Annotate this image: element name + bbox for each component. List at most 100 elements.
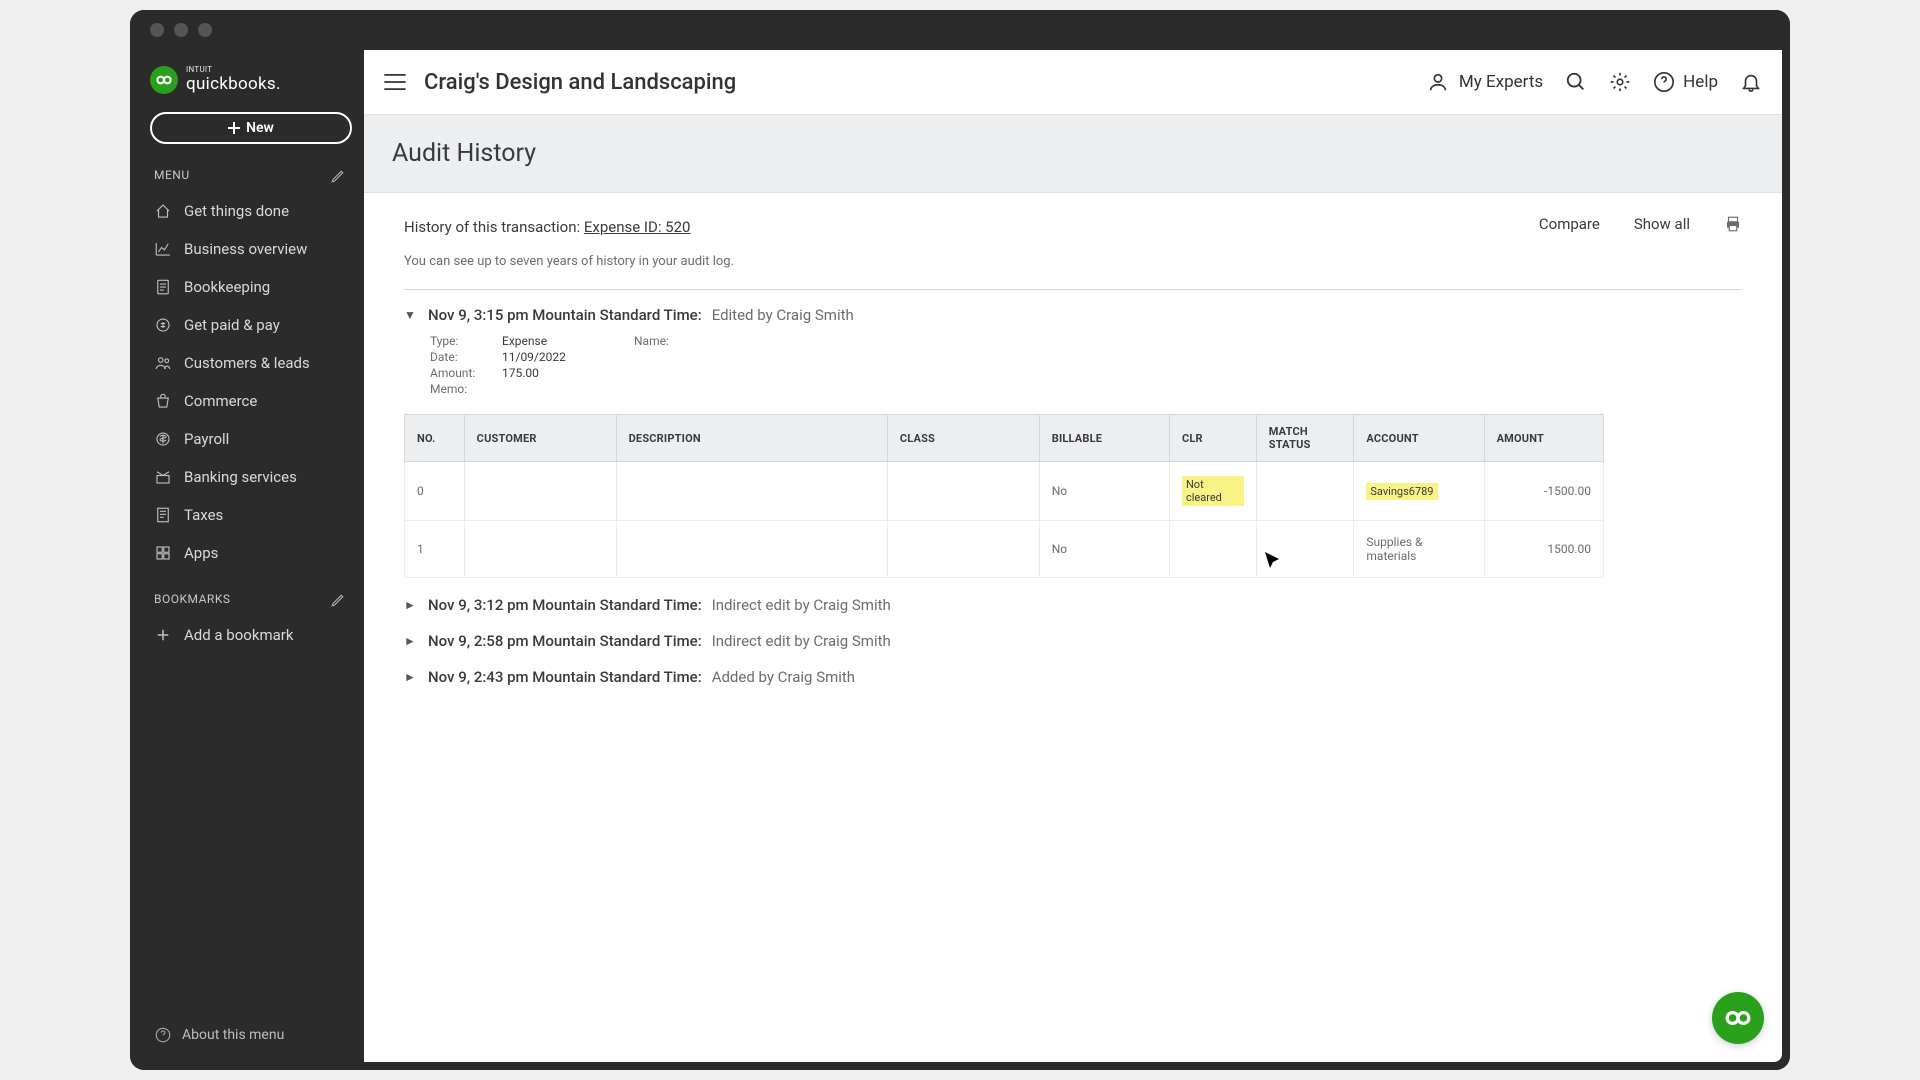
th-amount: AMOUNT	[1484, 415, 1603, 462]
qb-assistant-fab[interactable]	[1712, 992, 1764, 1044]
entry-meta: Type: Expense Name: Date: 11/09/2022 Amo…	[430, 334, 1742, 396]
cell-description	[616, 462, 887, 521]
brand: INTUIT quickbooks.	[144, 58, 358, 108]
meta-type-val: Expense	[502, 334, 622, 348]
sidebar-item-get-paid-pay[interactable]: Get paid & pay	[144, 306, 358, 344]
brand-logo-icon	[150, 66, 178, 94]
help-circle-icon	[154, 1026, 172, 1044]
pencil-icon[interactable]	[330, 166, 348, 184]
history-id-link[interactable]: Expense ID: 520	[584, 218, 691, 236]
my-experts-label: My Experts	[1459, 72, 1543, 92]
audit-entry-expanded: ▼ Nov 9, 3:15 pm Mountain Standard Time:…	[404, 306, 1742, 578]
chevron-right-icon: ►	[404, 598, 418, 612]
sidebar-item-banking-services[interactable]: Banking services	[144, 458, 358, 496]
gear-icon[interactable]	[1609, 71, 1631, 93]
entry-timestamp: Nov 9, 3:15 pm Mountain Standard Time:	[428, 306, 702, 324]
new-button-label: New	[246, 120, 274, 136]
sidebar-item-commerce[interactable]: Commerce	[144, 382, 358, 420]
chevron-right-icon: ►	[404, 670, 418, 684]
hamburger-icon[interactable]	[384, 74, 406, 90]
table-row: 1 No Supplies & materials1500.00	[405, 521, 1604, 578]
sidebar-item-get-things-done[interactable]: Get things done	[144, 192, 358, 230]
cell-account: Supplies & materials	[1354, 521, 1484, 578]
sidebar-item-label: Commerce	[184, 392, 257, 410]
plus-icon	[228, 122, 240, 134]
sidebar-item-taxes[interactable]: Taxes	[144, 496, 358, 534]
cell-match-status	[1256, 521, 1354, 578]
menu-item-icon	[154, 240, 172, 258]
compare-link[interactable]: Compare	[1539, 215, 1600, 233]
meta-memo-label: Memo:	[430, 382, 490, 396]
entry-timestamp: Nov 9, 3:12 pm Mountain Standard Time:	[428, 596, 702, 614]
menu-item-icon	[154, 544, 172, 562]
sidebar-item-apps[interactable]: Apps	[144, 534, 358, 572]
th-match-status: MATCH STATUS	[1256, 415, 1354, 462]
cell-no: 1	[405, 521, 465, 578]
sidebar-item-bookkeeping[interactable]: Bookkeeping	[144, 268, 358, 306]
maximize-dot[interactable]	[198, 23, 212, 37]
show-all-link[interactable]: Show all	[1634, 215, 1690, 233]
cell-clr	[1169, 521, 1256, 578]
cell-account: Savings6789	[1354, 462, 1484, 521]
add-bookmark-item[interactable]: Add a bookmark	[144, 616, 358, 654]
minimize-dot[interactable]	[174, 23, 188, 37]
sidebar-item-business-overview[interactable]: Business overview	[144, 230, 358, 268]
plus-icon	[154, 626, 172, 644]
app-body: INTUIT quickbooks. New MENU Get things d…	[130, 50, 1790, 1070]
audit-entry-collapsed[interactable]: ►Nov 9, 3:12 pm Mountain Standard Time: …	[404, 596, 1742, 614]
audit-entry-collapsed[interactable]: ►Nov 9, 2:43 pm Mountain Standard Time: …	[404, 668, 1742, 686]
print-icon[interactable]	[1724, 215, 1742, 233]
sidebar: INTUIT quickbooks. New MENU Get things d…	[138, 50, 364, 1062]
cell-amount: 1500.00	[1484, 521, 1603, 578]
bookmarks-heading-label: BOOKMARKS	[154, 592, 230, 606]
menu-item-icon	[154, 316, 172, 334]
meta-date-label: Date:	[430, 350, 490, 364]
sidebar-item-label: Payroll	[184, 430, 229, 448]
meta-date-val: 11/09/2022	[502, 350, 622, 364]
person-icon	[1427, 71, 1449, 93]
help-link[interactable]: Help	[1653, 71, 1718, 93]
sidebar-item-label: Customers & leads	[184, 354, 310, 372]
history-prefix: History of this transaction:	[404, 218, 584, 236]
brand-intuit: INTUIT	[186, 66, 281, 74]
sidebar-item-label: Apps	[184, 544, 218, 562]
menu-item-icon	[154, 392, 172, 410]
entry-action: Added by Craig Smith	[712, 668, 855, 686]
close-dot[interactable]	[150, 23, 164, 37]
audit-entry-collapsed[interactable]: ►Nov 9, 2:58 pm Mountain Standard Time: …	[404, 632, 1742, 650]
th-account: ACCOUNT	[1354, 415, 1484, 462]
history-row: History of this transaction: Expense ID:…	[404, 217, 1742, 236]
menu-heading: MENU	[144, 162, 358, 192]
actions-row: Compare Show all	[1539, 215, 1742, 233]
chevron-right-icon: ►	[404, 634, 418, 648]
menu-heading-label: MENU	[154, 168, 190, 182]
about-menu-link[interactable]: About this menu	[144, 1016, 358, 1054]
menu-item-icon	[154, 202, 172, 220]
window-traffic-lights	[130, 10, 1790, 50]
menu-item-icon	[154, 354, 172, 372]
sidebar-item-label: Get paid & pay	[184, 316, 280, 334]
pencil-icon[interactable]	[330, 590, 348, 608]
th-billable: BILLABLE	[1039, 415, 1169, 462]
cell-billable: No	[1039, 521, 1169, 578]
cell-class	[887, 521, 1039, 578]
meta-amount-label: Amount:	[430, 366, 490, 380]
new-button[interactable]: New	[150, 112, 352, 144]
bell-icon[interactable]	[1740, 71, 1762, 93]
my-experts-link[interactable]: My Experts	[1427, 71, 1543, 93]
entry-header-toggle[interactable]: ▼ Nov 9, 3:15 pm Mountain Standard Time:…	[404, 306, 1742, 324]
cell-customer	[464, 521, 616, 578]
search-icon[interactable]	[1565, 71, 1587, 93]
sidebar-item-payroll[interactable]: Payroll	[144, 420, 358, 458]
subtext: You can see up to seven years of history…	[404, 254, 1742, 269]
th-no: NO.	[405, 415, 465, 462]
sidebar-item-customers-leads[interactable]: Customers & leads	[144, 344, 358, 382]
th-clr: CLR	[1169, 415, 1256, 462]
th-description: DESCRIPTION	[616, 415, 887, 462]
divider	[404, 289, 1742, 290]
meta-name-val	[706, 334, 1742, 348]
topbar-right: My Experts Help	[1427, 71, 1762, 93]
entry-timestamp: Nov 9, 2:58 pm Mountain Standard Time:	[428, 632, 702, 650]
main: Craig's Design and Landscaping My Expert…	[364, 50, 1782, 1062]
bookmarks-heading: BOOKMARKS	[144, 586, 358, 616]
